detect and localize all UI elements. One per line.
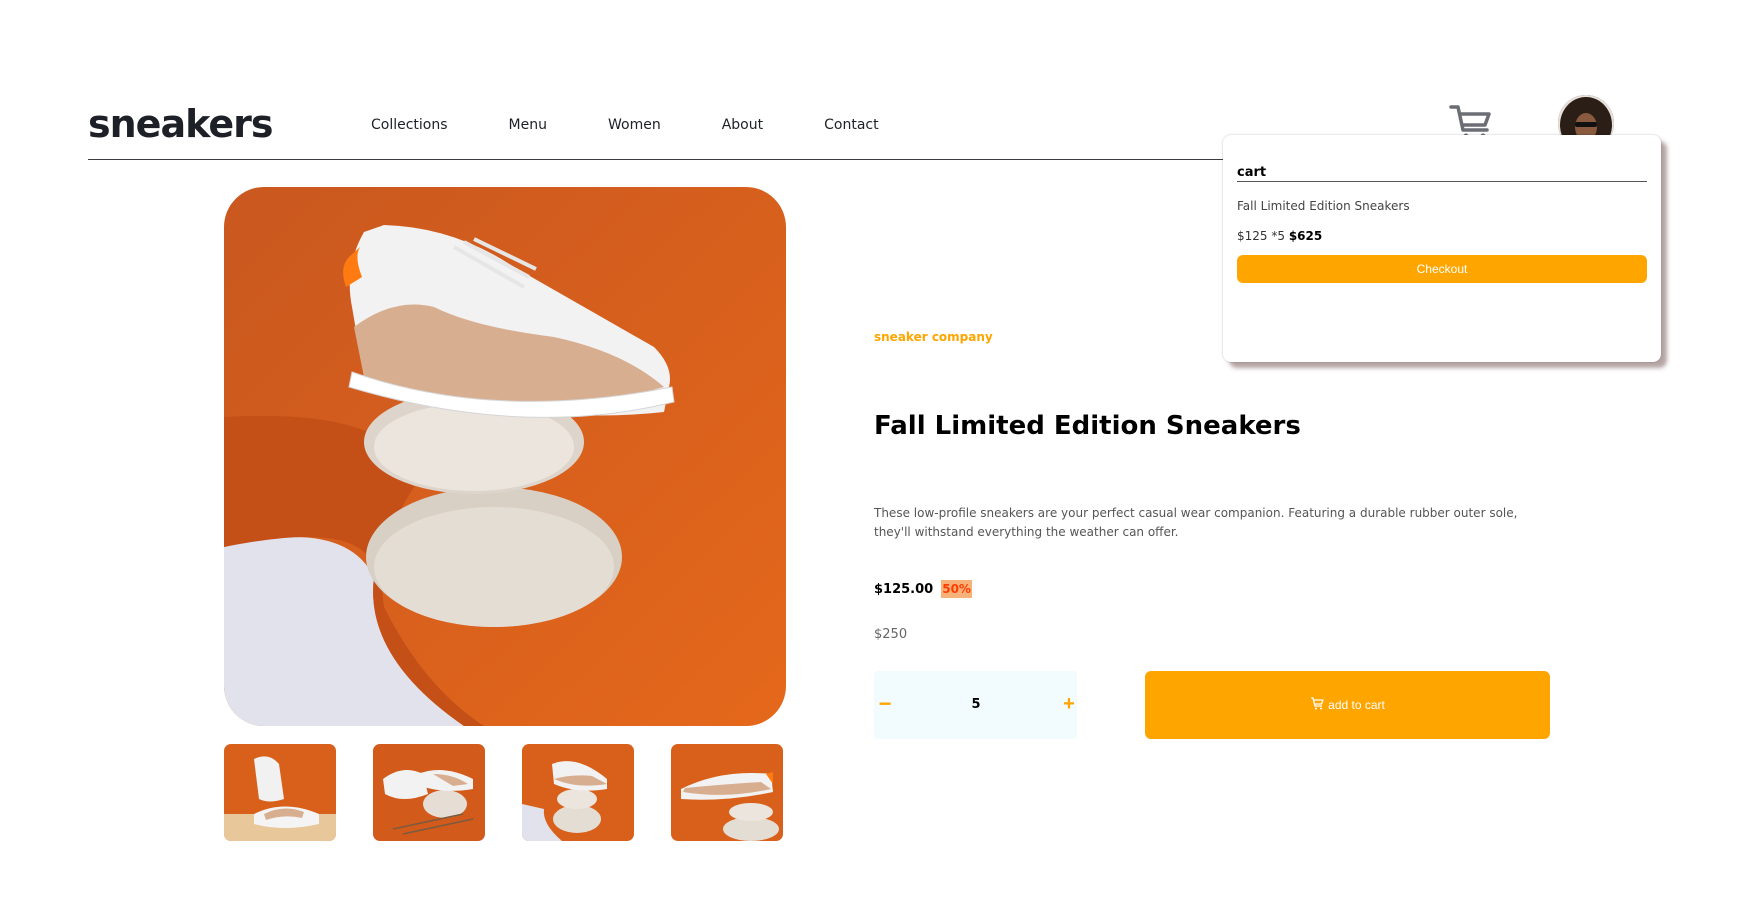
cart-popup: cart Fall Limited Edition Sneakers $125 … bbox=[1223, 135, 1661, 362]
nav-link-women[interactable]: Women bbox=[608, 117, 661, 133]
cart-title: cart bbox=[1237, 165, 1647, 182]
cart-item-total: $625 bbox=[1288, 229, 1323, 243]
thumbnail-1[interactable] bbox=[224, 744, 336, 841]
add-to-cart-button[interactable]: add to cart bbox=[1145, 671, 1550, 739]
cart-item-calc: $125 *5 bbox=[1237, 229, 1285, 243]
quantity-stepper: − 5 + bbox=[874, 671, 1077, 739]
thumbnail-4[interactable] bbox=[671, 744, 783, 841]
add-to-cart-label: add to cart bbox=[1328, 698, 1385, 712]
original-price: $250 bbox=[874, 627, 908, 642]
product-description: These low-profile sneakers are your perf… bbox=[874, 506, 1518, 539]
product-main-image[interactable] bbox=[224, 187, 786, 726]
thumbnail-2[interactable] bbox=[373, 744, 485, 841]
main-nav: Collections Menu Women About Contact bbox=[371, 117, 940, 133]
nav-link-menu[interactable]: Menu bbox=[509, 117, 547, 133]
cart-small-icon bbox=[1310, 697, 1324, 713]
thumbnail-row bbox=[224, 744, 783, 841]
plus-icon[interactable]: + bbox=[1060, 691, 1078, 717]
nav-link-about[interactable]: About bbox=[722, 117, 763, 133]
company-label: sneaker company bbox=[874, 330, 993, 344]
minus-icon[interactable]: − bbox=[876, 691, 894, 717]
product-title: Fall Limited Edition Sneakers bbox=[874, 411, 1301, 441]
logo[interactable]: sneakers bbox=[88, 102, 273, 146]
nav-link-collections[interactable]: Collections bbox=[371, 117, 448, 133]
discount-badge: 50% bbox=[941, 580, 972, 598]
cart-item-name: Fall Limited Edition Sneakers bbox=[1237, 199, 1410, 213]
checkout-button[interactable]: Checkout bbox=[1237, 255, 1647, 283]
thumbnail-3[interactable] bbox=[522, 744, 634, 841]
cart-item-price: $125 *5 $625 bbox=[1237, 229, 1647, 243]
nav-link-contact[interactable]: Contact bbox=[824, 117, 878, 133]
current-price: $125.00 bbox=[874, 581, 934, 597]
quantity-value: 5 bbox=[971, 697, 981, 712]
price-row: $125.00 50% bbox=[874, 580, 972, 598]
